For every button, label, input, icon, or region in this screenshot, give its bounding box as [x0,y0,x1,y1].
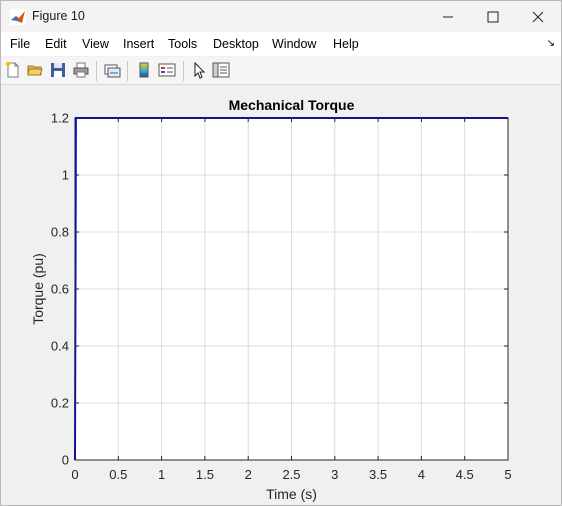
close-button[interactable] [515,1,561,32]
toolbar-separator [183,61,184,81]
open-file-icon[interactable] [26,61,44,79]
figure-toolbar [1,57,561,85]
x-tick-label: 0.5 [109,467,127,482]
save-icon[interactable] [49,61,67,79]
x-tick-label: 0 [71,467,78,482]
minimize-button[interactable] [425,1,471,32]
maximize-icon [487,11,499,22]
matlab-icon [10,9,26,25]
menu-tools[interactable]: Tools [168,37,197,51]
legend-icon[interactable] [158,61,176,79]
toolbar-overflow-arrow[interactable]: ↘ [547,38,555,49]
colorbar-icon[interactable] [135,61,153,79]
property-inspector-icon[interactable] [212,61,230,79]
toolbar-separator [127,61,128,81]
y-tick-label: 0.8 [51,225,69,240]
title-bar[interactable]: Figure 10 [1,1,561,32]
x-tick-label: 3 [331,467,338,482]
menu-window[interactable]: Window [272,37,316,51]
x-tick-label: 2.5 [282,467,300,482]
close-icon [532,11,544,22]
y-tick-label: 0 [62,453,69,468]
menu-file[interactable]: File [10,37,30,51]
y-tick-label: 1.2 [51,111,69,126]
figure-window: Figure 10 File Edit View Insert Tools De… [0,0,562,506]
y-tick-label: 0.6 [51,282,69,297]
x-tick-label: 3.5 [369,467,387,482]
link-plot-icon[interactable] [103,61,121,79]
menu-insert[interactable]: Insert [123,37,154,51]
x-tick-label: 1 [158,467,165,482]
chart-title: Mechanical Torque [229,97,355,113]
torque-chart: 0 0.5 1 1.5 2 2.5 3 3.5 4 4.5 5 0 0.2 0.4 0.6 0.8 1 1.2 Me… [30,97,512,502]
new-figure-icon[interactable] [4,61,22,79]
y-axis-label: Torque (pu) [30,253,46,325]
figure-canvas: 0 0.5 1 1.5 2 2.5 3 3.5 4 4.5 5 0 0.2 0.4 0.6 0.8 1 1.2 Me… [1,85,561,505]
x-tick-label: 4 [418,467,425,482]
print-icon[interactable] [72,61,90,79]
menu-view[interactable]: View [82,37,109,51]
maximize-button[interactable] [470,1,516,32]
y-tick-label: 1 [62,168,69,183]
x-tick-label: 1.5 [196,467,214,482]
menu-desktop[interactable]: Desktop [213,37,259,51]
menu-bar: File Edit View Insert Tools Desktop Wind… [1,32,561,56]
edit-plot-pointer-icon[interactable] [190,61,208,79]
menu-edit[interactable]: Edit [45,37,67,51]
menu-help[interactable]: Help [333,37,359,51]
x-axis-label: Time (s) [266,486,317,502]
x-tick-label: 4.5 [456,467,474,482]
window-title: Figure 10 [32,9,85,23]
y-tick-label: 0.4 [51,339,69,354]
x-tick-label: 5 [504,467,511,482]
toolbar-separator [96,61,97,81]
y-tick-label: 0.2 [51,396,69,411]
minimize-icon [443,16,453,17]
x-tick-label: 2 [245,467,252,482]
